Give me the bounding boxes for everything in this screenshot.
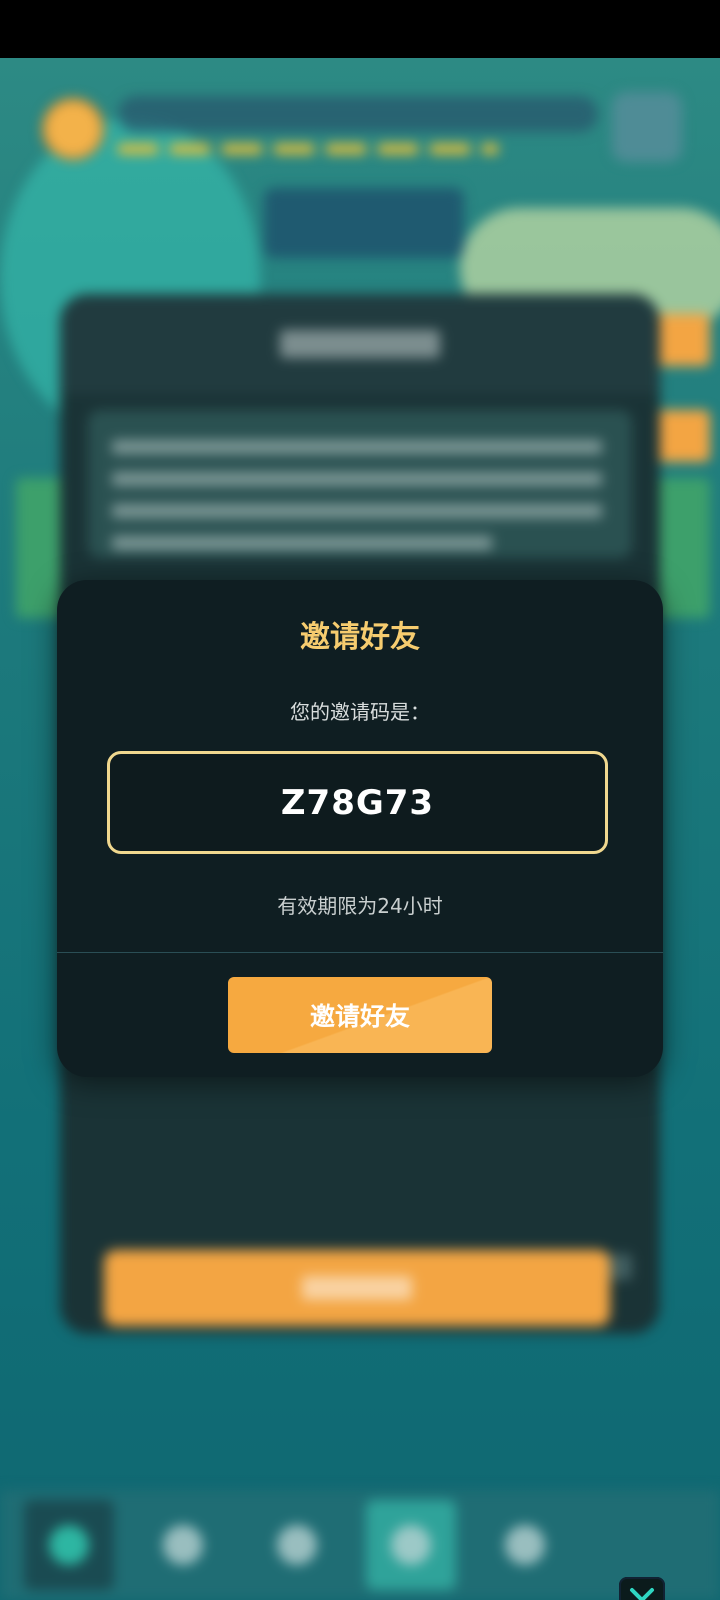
validity-note: 有效期限为24小时	[277, 894, 443, 918]
background-button	[104, 1250, 610, 1326]
home-icon	[49, 1525, 89, 1565]
text-line	[112, 440, 602, 454]
divider	[57, 952, 663, 953]
settings-icon	[612, 92, 682, 162]
dialog-title: 邀请好友	[300, 620, 420, 655]
invite-friend-dialog: 邀请好友 您的邀请码是： Z78G73 有效期限为24小时 邀请好友	[57, 580, 663, 1077]
background-dialog-header	[60, 294, 660, 394]
nav-home	[24, 1500, 114, 1590]
bottom-nav	[0, 1490, 720, 1600]
nav-item	[138, 1500, 228, 1590]
player-avatar	[42, 98, 104, 160]
text-line	[112, 504, 602, 518]
background-dialog-text	[88, 410, 632, 558]
nav-item	[366, 1500, 456, 1590]
invite-friend-button[interactable]: 邀请好友	[228, 977, 492, 1053]
status-bar	[0, 0, 720, 58]
text-line	[112, 472, 602, 486]
close-icon	[630, 1588, 654, 1600]
resource-bar	[118, 96, 598, 132]
invite-code-box[interactable]: Z78G73	[107, 751, 608, 854]
heart-icon	[505, 1525, 545, 1565]
shop-icon	[163, 1525, 203, 1565]
background-button-label	[302, 1276, 412, 1300]
gem-icon	[391, 1525, 431, 1565]
invite-code-label: 您的邀请码是：	[290, 700, 430, 724]
nav-item	[480, 1500, 570, 1590]
progress-stripe	[118, 144, 498, 154]
background-dialog-title	[280, 330, 440, 358]
event-chip	[264, 188, 464, 258]
nav-item	[252, 1500, 342, 1590]
close-button[interactable]	[619, 1577, 665, 1600]
target-icon	[277, 1525, 317, 1565]
text-line	[112, 536, 492, 550]
invite-code-value[interactable]: Z78G73	[110, 754, 605, 851]
